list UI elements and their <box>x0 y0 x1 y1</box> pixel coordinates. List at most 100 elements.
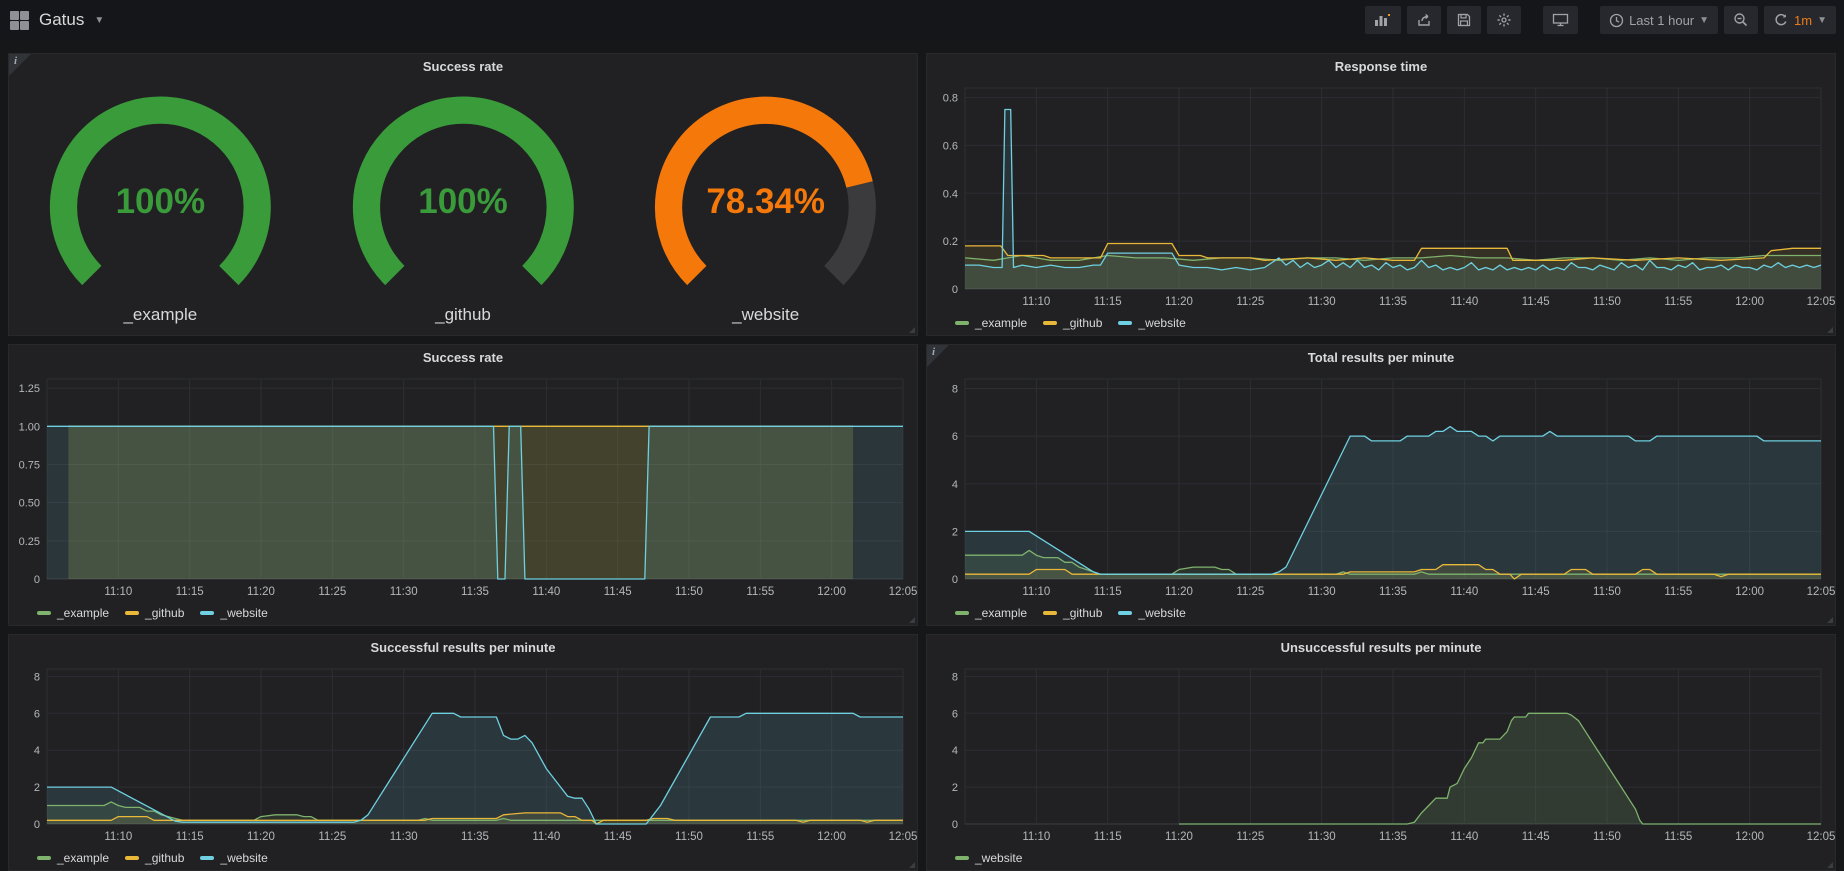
legend-color-swatch <box>1043 321 1057 325</box>
legend-color-swatch <box>1118 611 1132 615</box>
add-panel-button[interactable] <box>1365 6 1401 34</box>
clock-icon <box>1609 13 1624 28</box>
chart-response-time[interactable]: 00.20.40.60.811:1011:1511:2011:2511:3011… <box>927 80 1835 311</box>
x-tick-label: 11:45 <box>1522 296 1550 308</box>
x-tick-label: 11:25 <box>318 831 346 843</box>
x-tick-label: 11:50 <box>675 831 703 843</box>
legend-item-_github[interactable]: _github <box>125 851 184 865</box>
panel-successful-results: Successful results per minute 0246811:10… <box>8 634 918 871</box>
x-tick-label: 11:20 <box>1165 296 1193 308</box>
y-tick-label: 0.50 <box>19 498 40 510</box>
refresh-button[interactable]: 1m ▼ <box>1764 6 1836 34</box>
legend-label: _github <box>145 851 184 865</box>
chart-legend: _example _github _website <box>927 311 1835 335</box>
x-tick-label: 11:35 <box>1379 296 1407 308</box>
series-fill-_website <box>47 426 903 579</box>
panel-info-icon[interactable]: i <box>927 345 949 367</box>
zoom-out-button[interactable] <box>1724 6 1758 34</box>
grafana-logo-icon <box>10 11 29 30</box>
legend-item-_example[interactable]: _example <box>955 606 1027 620</box>
legend-label: _example <box>57 606 109 620</box>
legend-color-swatch <box>125 611 139 615</box>
panel-title[interactable]: Unsuccessful results per minute <box>927 635 1835 661</box>
x-tick-label: 12:00 <box>817 586 846 598</box>
x-tick-label: 11:10 <box>104 586 132 598</box>
panel-title[interactable]: Total results per minute <box>927 345 1835 371</box>
settings-button[interactable] <box>1487 6 1521 34</box>
cycle-view-button[interactable] <box>1543 6 1578 34</box>
y-tick-label: 0.2 <box>943 236 958 248</box>
y-tick-label: 4 <box>952 745 958 757</box>
x-tick-label: 11:45 <box>1522 586 1550 598</box>
legend-item-_website[interactable]: _website <box>1118 606 1185 620</box>
share-button[interactable] <box>1407 6 1441 34</box>
panel-info-icon[interactable]: i <box>9 54 31 76</box>
chart-successful-results[interactable]: 0246811:1011:1511:2011:2511:3011:3511:40… <box>9 661 917 846</box>
x-tick-label: 12:05 <box>889 586 917 598</box>
dashboard-picker[interactable]: Gatus ▼ <box>10 10 104 30</box>
chart-unsuccessful-results[interactable]: 0246811:1011:1511:2011:2511:3011:3511:40… <box>927 661 1835 846</box>
chart-success-rate[interactable]: 00.250.500.751.001.2511:1011:1511:2011:2… <box>9 371 917 601</box>
gauge-label: _website <box>614 305 917 325</box>
y-tick-label: 8 <box>34 671 40 683</box>
chevron-down-icon: ▼ <box>1699 15 1709 26</box>
save-button[interactable] <box>1447 6 1481 34</box>
legend-item-_example[interactable]: _example <box>955 316 1027 330</box>
legend-item-_example[interactable]: _example <box>37 851 109 865</box>
y-tick-label: 0 <box>952 574 958 586</box>
panel-title[interactable]: Response time <box>927 54 1835 80</box>
legend-item-_github[interactable]: _github <box>125 606 184 620</box>
x-tick-label: 11:10 <box>1022 831 1050 843</box>
legend-label: _website <box>1138 316 1185 330</box>
chart-total-results[interactable]: 0246811:1011:1511:2011:2511:3011:3511:40… <box>927 371 1835 601</box>
legend-item-_website[interactable]: _website <box>955 851 1022 865</box>
gauge-value: 100% <box>9 182 312 222</box>
chevron-down-icon: ▼ <box>94 15 104 26</box>
legend-item-_website[interactable]: _website <box>200 851 267 865</box>
gauge-label: _example <box>9 305 312 325</box>
x-tick-label: 11:55 <box>1664 586 1692 598</box>
series-fill-_website <box>1179 713 1821 824</box>
gauge-github: 100% _github <box>312 80 615 335</box>
y-tick-label: 0.6 <box>943 140 958 152</box>
y-tick-label: 0.75 <box>19 459 40 471</box>
x-tick-label: 11:25 <box>1236 831 1264 843</box>
x-tick-label: 11:40 <box>1450 831 1478 843</box>
chart-legend: _website <box>927 846 1835 870</box>
y-tick-label: 0 <box>952 819 958 831</box>
panel-title[interactable]: Successful results per minute <box>9 635 917 661</box>
x-tick-label: 12:05 <box>1807 831 1835 843</box>
legend-color-swatch <box>200 856 214 860</box>
time-range-picker[interactable]: Last 1 hour ▼ <box>1600 6 1718 34</box>
panel-title[interactable]: Success rate <box>9 345 917 371</box>
legend-item-_example[interactable]: _example <box>37 606 109 620</box>
gauge-example: 100% _example <box>9 80 312 335</box>
x-tick-label: 11:40 <box>1450 586 1478 598</box>
navbar: Gatus ▼ <box>0 0 1844 40</box>
series-fill-_website <box>47 713 903 824</box>
x-tick-label: 11:20 <box>247 831 275 843</box>
x-tick-label: 11:45 <box>604 586 632 598</box>
legend-item-_github[interactable]: _github <box>1043 606 1102 620</box>
legend-color-swatch <box>200 611 214 615</box>
panel-unsuccessful-results: Unsuccessful results per minute 0246811:… <box>926 634 1836 871</box>
x-tick-label: 12:05 <box>1807 586 1835 598</box>
x-tick-label: 11:40 <box>532 831 560 843</box>
gauge-value: 100% <box>312 182 615 222</box>
y-tick-label: 1.00 <box>19 421 40 433</box>
save-icon <box>1456 12 1472 28</box>
x-tick-label: 11:15 <box>1094 586 1122 598</box>
panel-response-time: Response time 00.20.40.60.811:1011:1511:… <box>926 53 1836 336</box>
legend-label: _github <box>1063 606 1102 620</box>
panel-title[interactable]: Success rate <box>9 54 917 80</box>
legend-label: _github <box>1063 316 1102 330</box>
legend-item-_website[interactable]: _website <box>200 606 267 620</box>
legend-item-_website[interactable]: _website <box>1118 316 1185 330</box>
legend-item-_github[interactable]: _github <box>1043 316 1102 330</box>
x-tick-label: 11:15 <box>1094 831 1122 843</box>
legend-label: _website <box>220 606 267 620</box>
zoom-out-icon <box>1733 12 1749 28</box>
add-panel-icon <box>1374 12 1392 28</box>
x-tick-label: 11:10 <box>1022 296 1050 308</box>
legend-color-swatch <box>37 856 51 860</box>
